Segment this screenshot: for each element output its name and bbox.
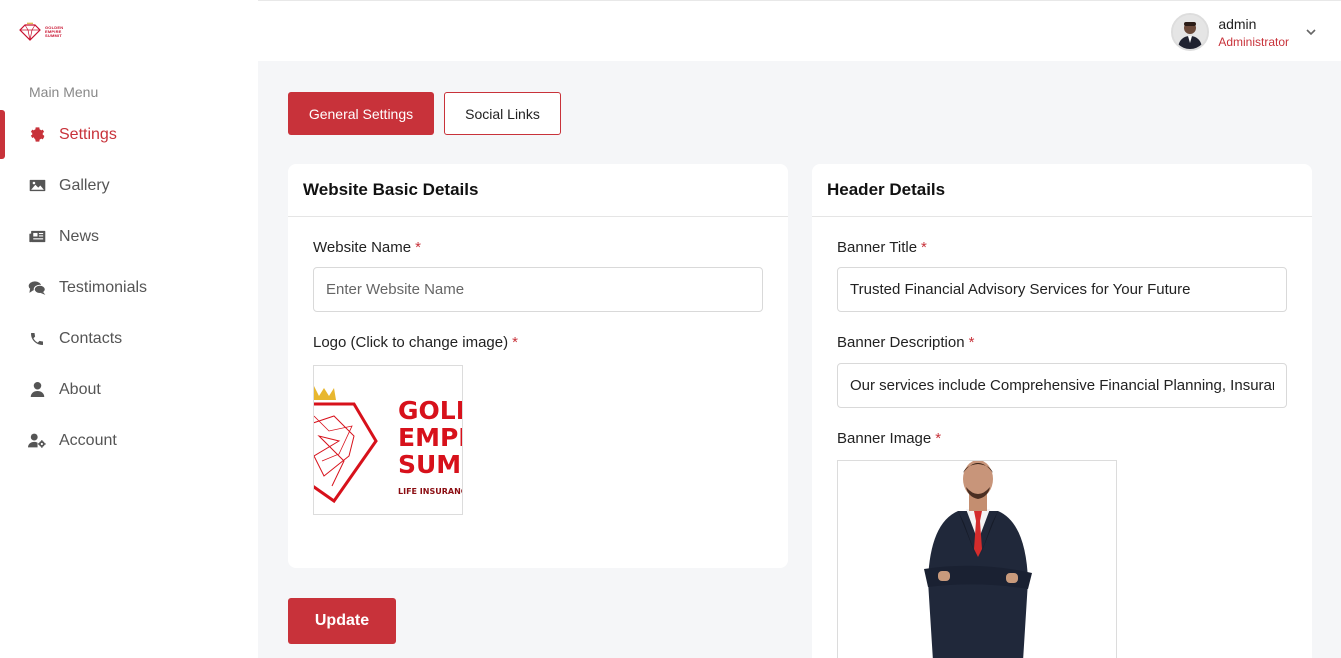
comments-icon	[28, 279, 46, 297]
banner-title-input[interactable]	[837, 267, 1287, 312]
card-title: Website Basic Details	[288, 164, 788, 217]
header-details-card: Header Details Banner Title* Banner Desc…	[812, 164, 1312, 658]
svg-text:LIFE INSURANCE: LIFE INSURANCE	[398, 487, 463, 496]
user-name: admin	[1218, 15, 1257, 32]
logo-image: GOLDEN EMPIRE SUMMIT LIFE INSURANCE	[314, 366, 463, 514]
sidebar-item-label: Gallery	[59, 176, 110, 194]
card-title: Header Details	[812, 164, 1312, 217]
website-name-input[interactable]	[313, 267, 763, 312]
sidebar-item-label: Contacts	[59, 329, 123, 347]
brand-name: GOLDEN EMPIRE SUMMIT	[45, 25, 64, 38]
main-menu-heading: Main Menu	[29, 84, 99, 100]
sidebar-item-label: Settings	[59, 125, 117, 143]
main-menu: Settings Gallery News Testimonials Conta…	[0, 109, 258, 466]
user-cog-icon	[28, 432, 46, 450]
diamond-logo-icon	[19, 22, 41, 41]
user-role: Administrator	[1218, 34, 1289, 49]
banner-image-picker[interactable]	[837, 460, 1117, 658]
sidebar-item-label: About	[59, 380, 101, 398]
sidebar-item-testimonials[interactable]: Testimonials	[0, 262, 258, 313]
sidebar-item-gallery[interactable]: Gallery	[0, 160, 258, 211]
sidebar-item-about[interactable]: About	[0, 364, 258, 415]
tab-social-links[interactable]: Social Links	[444, 92, 561, 135]
user-info: admin Administrator	[1218, 16, 1289, 49]
tab-general-settings[interactable]: General Settings	[288, 92, 434, 135]
user-icon	[28, 381, 46, 399]
brand-logo[interactable]: GOLDEN EMPIRE SUMMIT	[18, 22, 63, 42]
sidebar: GOLDEN EMPIRE SUMMIT Main Menu Settings …	[0, 0, 258, 658]
update-button[interactable]: Update	[288, 598, 396, 644]
user-menu[interactable]: admin Administrator	[1171, 13, 1317, 51]
phone-icon	[28, 330, 46, 348]
svg-text:SUMMIT: SUMMIT	[398, 450, 463, 479]
image-icon	[28, 177, 46, 195]
banner-image	[838, 461, 1116, 658]
avatar	[1171, 13, 1210, 51]
newspaper-icon	[28, 228, 46, 246]
sidebar-item-news[interactable]: News	[0, 211, 258, 262]
banner-title-label: Banner Title *	[837, 239, 927, 256]
banner-description-input[interactable]	[837, 363, 1287, 408]
sidebar-item-contacts[interactable]: Contacts	[0, 313, 258, 364]
website-name-label: Website Name *	[313, 239, 421, 256]
logo-image-picker[interactable]: GOLDEN EMPIRE SUMMIT LIFE INSURANCE	[313, 365, 463, 515]
sidebar-item-account[interactable]: Account	[0, 415, 258, 466]
website-basic-details-card: Website Basic Details Website Name* Logo…	[288, 164, 788, 568]
logo-label: Logo (Click to change image) *	[313, 334, 518, 351]
banner-description-label: Banner Description *	[837, 334, 975, 351]
chevron-down-icon[interactable]	[1305, 26, 1317, 38]
svg-text:GOLDEN: GOLDEN	[398, 396, 463, 425]
sidebar-item-label: News	[59, 227, 100, 245]
sidebar-item-label: Testimonials	[59, 278, 148, 296]
banner-image-label: Banner Image *	[837, 430, 942, 447]
sidebar-item-label: Account	[59, 431, 117, 449]
svg-text:EMPIRE: EMPIRE	[398, 423, 463, 452]
top-bar: admin Administrator	[258, 0, 1341, 61]
gear-icon	[28, 126, 46, 144]
sidebar-item-settings[interactable]: Settings	[0, 109, 258, 160]
